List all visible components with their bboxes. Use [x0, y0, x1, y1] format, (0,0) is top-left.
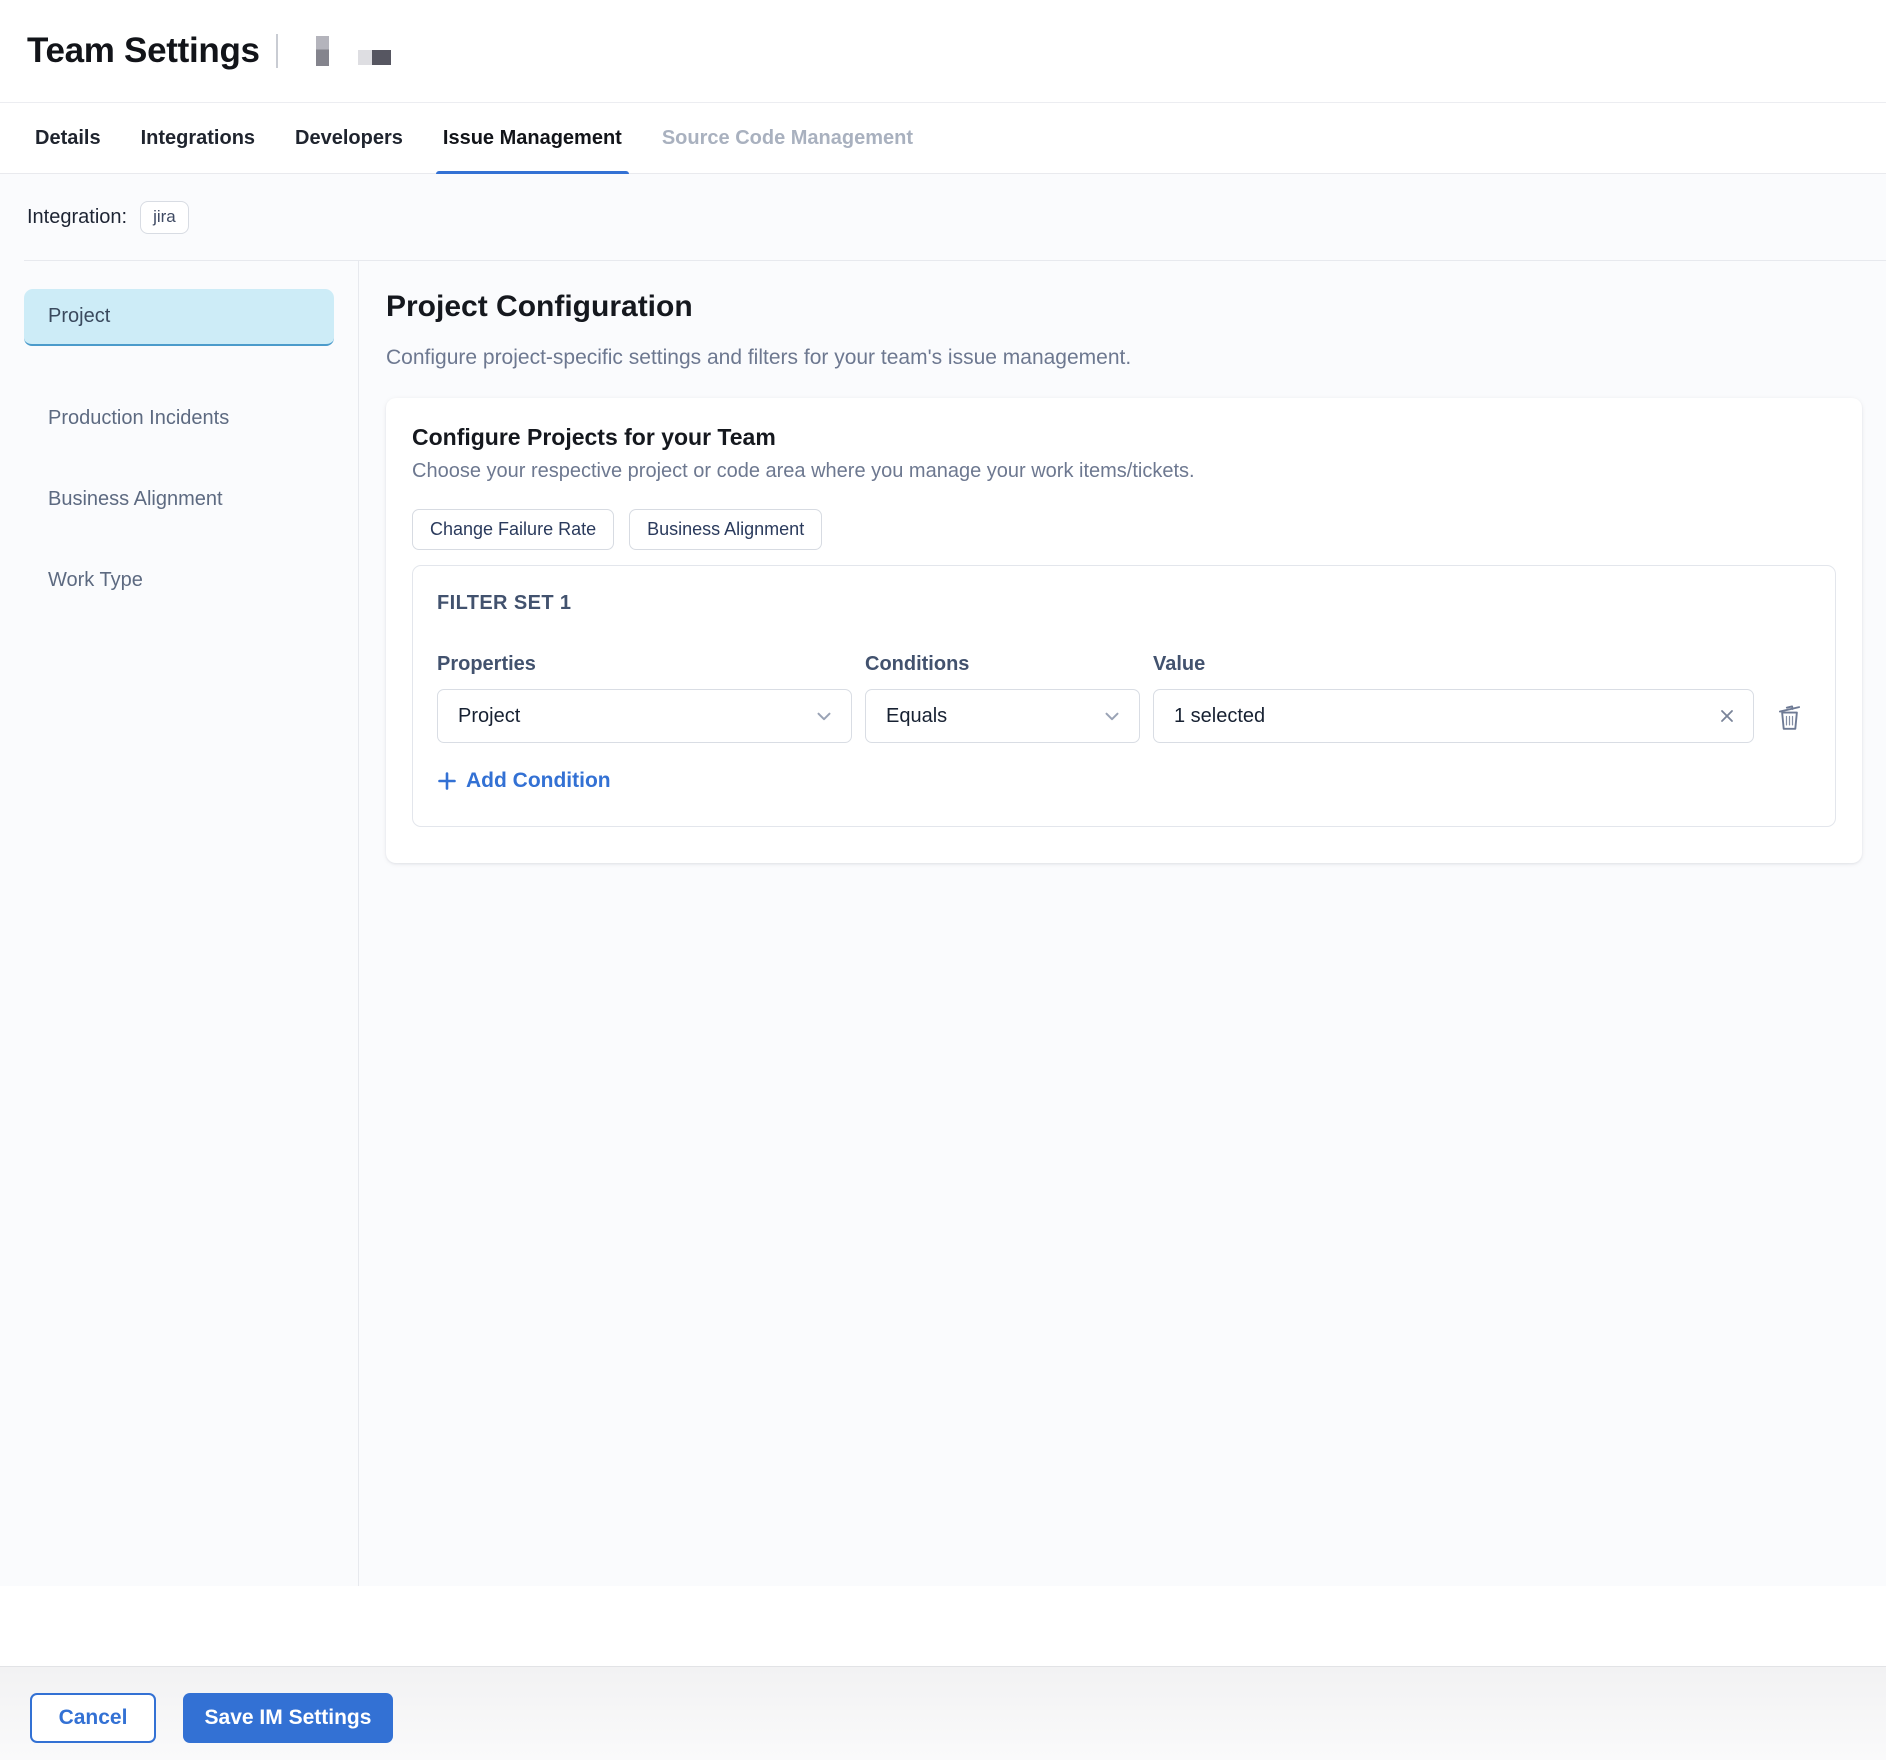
- save-im-settings-button[interactable]: Save IM Settings: [183, 1693, 393, 1743]
- page-title: Team Settings: [27, 31, 260, 71]
- close-icon[interactable]: [1717, 706, 1737, 726]
- delete-filter-button[interactable]: [1767, 702, 1811, 731]
- tab-source-code-management: Source Code Management: [662, 103, 913, 174]
- footer-action-bar: Cancel Save IM Settings: [0, 1666, 1886, 1760]
- chip-change-failure-rate[interactable]: Change Failure Rate: [412, 509, 614, 550]
- configure-projects-card: Configure Projects for your Team Choose …: [386, 398, 1862, 863]
- value-multiselect[interactable]: 1 selected: [1153, 689, 1754, 743]
- redacted-team-name: [358, 50, 391, 65]
- filter-set-1: FILTER SET 1 Properties Conditions Value…: [412, 565, 1836, 827]
- plus-icon: [437, 771, 457, 791]
- filter-column-labels: Properties Conditions Value: [437, 653, 1811, 676]
- tab-issue-management[interactable]: Issue Management: [443, 103, 622, 174]
- add-condition-button[interactable]: Add Condition: [437, 769, 611, 793]
- properties-select[interactable]: Project: [437, 689, 852, 743]
- filter-row: Project Equals 1 selecte: [437, 689, 1811, 743]
- title-separator: [276, 34, 278, 68]
- sidebar-item-project[interactable]: Project: [24, 289, 334, 346]
- sidebar-item-work-type[interactable]: Work Type: [24, 552, 334, 609]
- sidebar-item-production-incidents[interactable]: Production Incidents: [24, 390, 334, 447]
- tab-bar: Details Integrations Developers Issue Ma…: [0, 103, 1886, 174]
- chip-business-alignment[interactable]: Business Alignment: [629, 509, 822, 550]
- main-panel: Project Configuration Configure project-…: [386, 290, 1862, 863]
- redacted-team-badge: [316, 36, 329, 66]
- sidebar-item-business-alignment[interactable]: Business Alignment: [24, 471, 334, 528]
- add-condition-label: Add Condition: [466, 769, 611, 793]
- page-header: Team Settings: [0, 0, 1886, 103]
- vertical-divider: [358, 260, 359, 1586]
- integration-row: Integration: jira: [0, 174, 1886, 260]
- integration-label: Integration:: [27, 206, 127, 229]
- card-subtitle: Choose your respective project or code a…: [412, 460, 1836, 483]
- footer-spacer: [0, 1586, 1886, 1666]
- tab-developers[interactable]: Developers: [295, 103, 403, 174]
- metric-chips: Change Failure Rate Business Alignment: [412, 509, 1836, 550]
- chevron-down-icon: [813, 705, 835, 727]
- section-title: Project Configuration: [386, 290, 1862, 324]
- cancel-button[interactable]: Cancel: [30, 1693, 156, 1743]
- value-column-label: Value: [1153, 653, 1754, 676]
- chevron-down-icon: [1101, 705, 1123, 727]
- section-subtitle: Configure project-specific settings and …: [386, 346, 1862, 370]
- conditions-select-value: Equals: [886, 705, 1101, 728]
- trash-icon: [1776, 702, 1803, 731]
- properties-select-value: Project: [458, 705, 813, 728]
- filter-set-title: FILTER SET 1: [437, 592, 1811, 615]
- team-settings-page: Team Settings Details Integrations Devel…: [0, 0, 1886, 1760]
- settings-sidebar: Project Production Incidents Business Al…: [24, 289, 334, 609]
- horizontal-divider: [24, 260, 1886, 261]
- conditions-column-label: Conditions: [865, 653, 1140, 676]
- properties-column-label: Properties: [437, 653, 852, 676]
- tab-details[interactable]: Details: [35, 103, 101, 174]
- content-area: Integration: jira Project Production Inc…: [0, 174, 1886, 1586]
- conditions-select[interactable]: Equals: [865, 689, 1140, 743]
- value-selected-count: 1 selected: [1174, 705, 1717, 728]
- tab-integrations[interactable]: Integrations: [141, 103, 255, 174]
- card-title: Configure Projects for your Team: [412, 424, 1836, 451]
- integration-badge: jira: [140, 201, 189, 234]
